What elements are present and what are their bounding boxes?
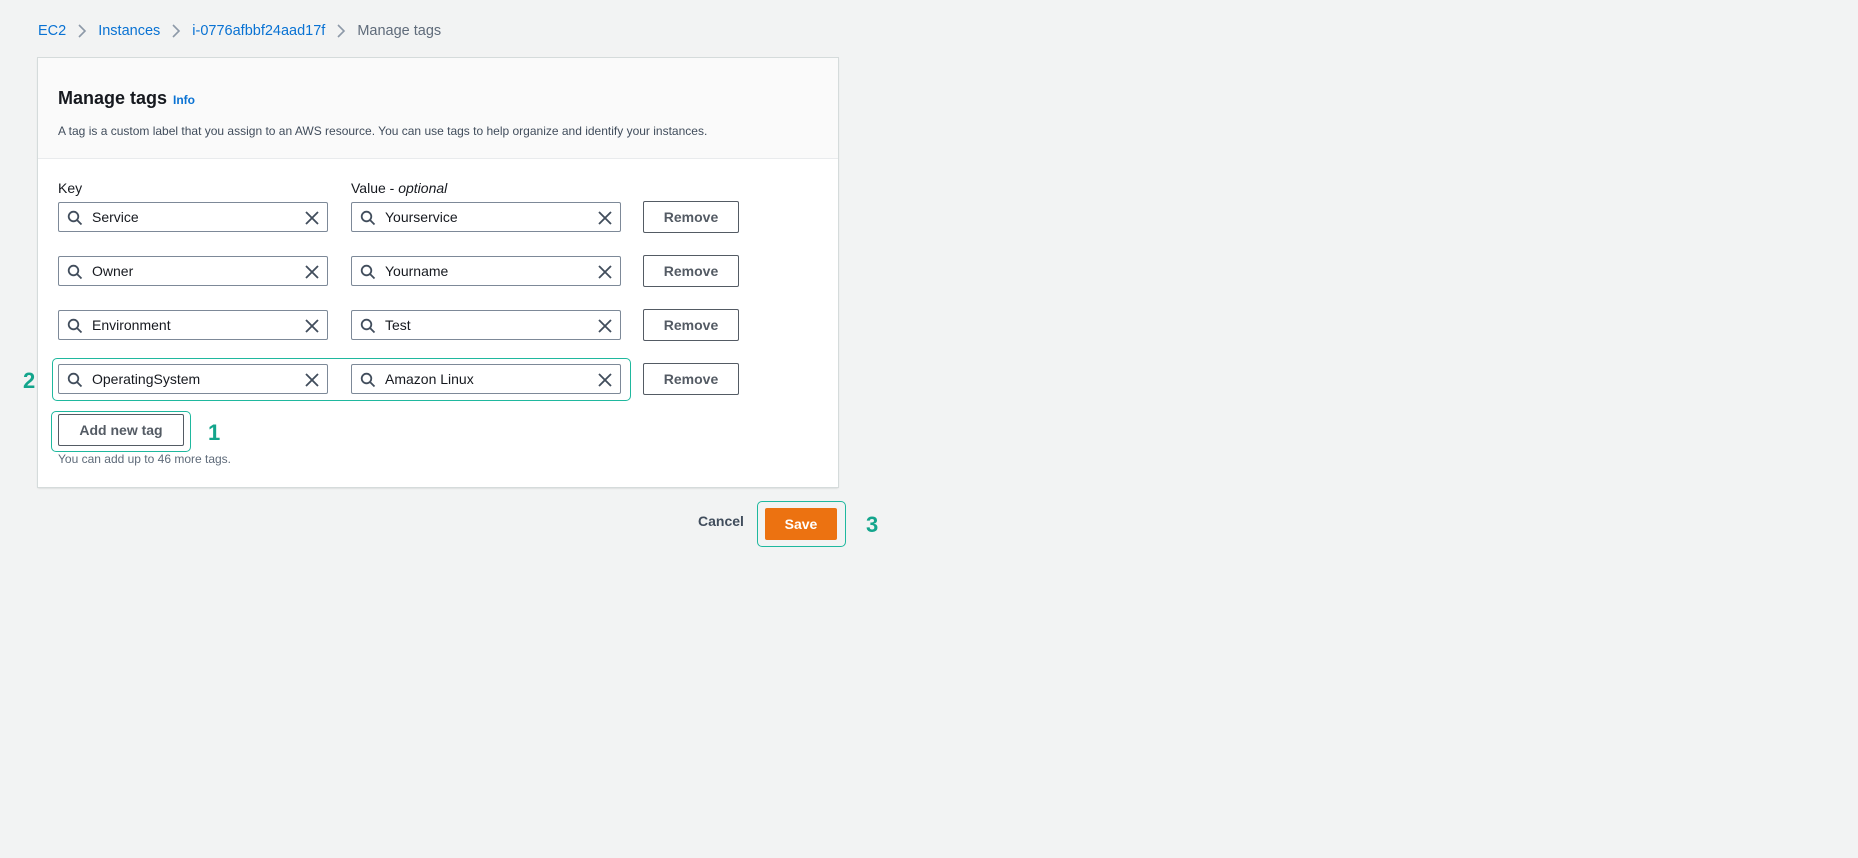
breadcrumb: EC2 Instances i-0776afbbf24aad17f Manage… — [38, 21, 441, 41]
tag-value-value: Amazon Linux — [385, 371, 474, 387]
search-icon — [67, 210, 83, 226]
search-icon — [360, 372, 376, 388]
close-icon[interactable] — [597, 372, 613, 388]
breadcrumb-ec2-link[interactable]: EC2 — [38, 23, 66, 39]
close-icon[interactable] — [304, 264, 320, 280]
tag-key-value: Service — [92, 209, 139, 225]
manage-tags-panel: Manage tags Info A tag is a custom label… — [38, 58, 838, 487]
annotation-number-2: 2 — [23, 368, 36, 393]
panel-description: A tag is a custom label that you assign … — [58, 124, 708, 138]
search-icon — [67, 264, 83, 280]
breadcrumb-current-page: Manage tags — [357, 23, 442, 39]
panel-header: Manage tags Info A tag is a custom label… — [38, 58, 838, 159]
tag-value-input[interactable]: Yourname — [351, 256, 621, 286]
search-icon — [67, 318, 83, 334]
breadcrumb-instances-link[interactable]: Instances — [98, 23, 160, 39]
tag-key-input[interactable]: Owner — [58, 256, 328, 286]
tag-value-value: Yourname — [385, 263, 449, 279]
save-button[interactable]: Save — [765, 508, 837, 540]
value-label-text: Value - — [351, 180, 399, 196]
close-icon[interactable] — [597, 318, 613, 334]
remove-tag-button[interactable]: Remove — [643, 363, 739, 395]
remove-tag-button[interactable]: Remove — [643, 255, 739, 287]
search-icon — [67, 372, 83, 388]
tag-value-value: Test — [385, 317, 411, 333]
tag-value-input[interactable]: Amazon Linux — [351, 364, 621, 394]
tag-key-value: Owner — [92, 263, 134, 279]
tag-key-value: OperatingSystem — [92, 371, 201, 387]
remove-tag-button[interactable]: Remove — [643, 201, 739, 233]
search-icon — [360, 264, 376, 280]
close-icon[interactable] — [597, 264, 613, 280]
tag-key-input[interactable]: OperatingSystem — [58, 364, 328, 394]
breadcrumb-instance-id-link[interactable]: i-0776afbbf24aad17f — [192, 23, 325, 39]
value-optional-text: optional — [398, 180, 448, 196]
tag-key-input[interactable]: Service — [58, 202, 328, 232]
close-icon[interactable] — [304, 318, 320, 334]
tag-key-value: Environment — [92, 317, 171, 333]
page-title: Manage tags — [58, 88, 168, 108]
chevron-right-icon — [160, 21, 192, 41]
tag-limit-hint: You can add up to 46 more tags. — [58, 452, 232, 466]
chevron-right-icon — [66, 21, 98, 41]
cancel-button[interactable]: Cancel — [698, 513, 744, 529]
tag-key-input[interactable]: Environment — [58, 310, 328, 340]
chevron-right-icon — [325, 21, 357, 41]
search-icon — [360, 318, 376, 334]
annotation-number-3: 3 — [866, 512, 879, 537]
tag-value-input[interactable]: Yourservice — [351, 202, 621, 232]
annotation-number-1: 1 — [208, 420, 221, 445]
close-icon[interactable] — [597, 210, 613, 226]
tag-value-value: Yourservice — [385, 209, 458, 225]
tag-value-input[interactable]: Test — [351, 310, 621, 340]
key-column-label: Key — [58, 180, 83, 196]
search-icon — [360, 210, 376, 226]
remove-tag-button[interactable]: Remove — [643, 309, 739, 341]
close-icon[interactable] — [304, 372, 320, 388]
value-column-label: Value - optional — [351, 180, 447, 196]
info-link[interactable]: Info — [173, 93, 195, 107]
add-new-tag-button[interactable]: Add new tag — [58, 414, 184, 446]
close-icon[interactable] — [304, 210, 320, 226]
